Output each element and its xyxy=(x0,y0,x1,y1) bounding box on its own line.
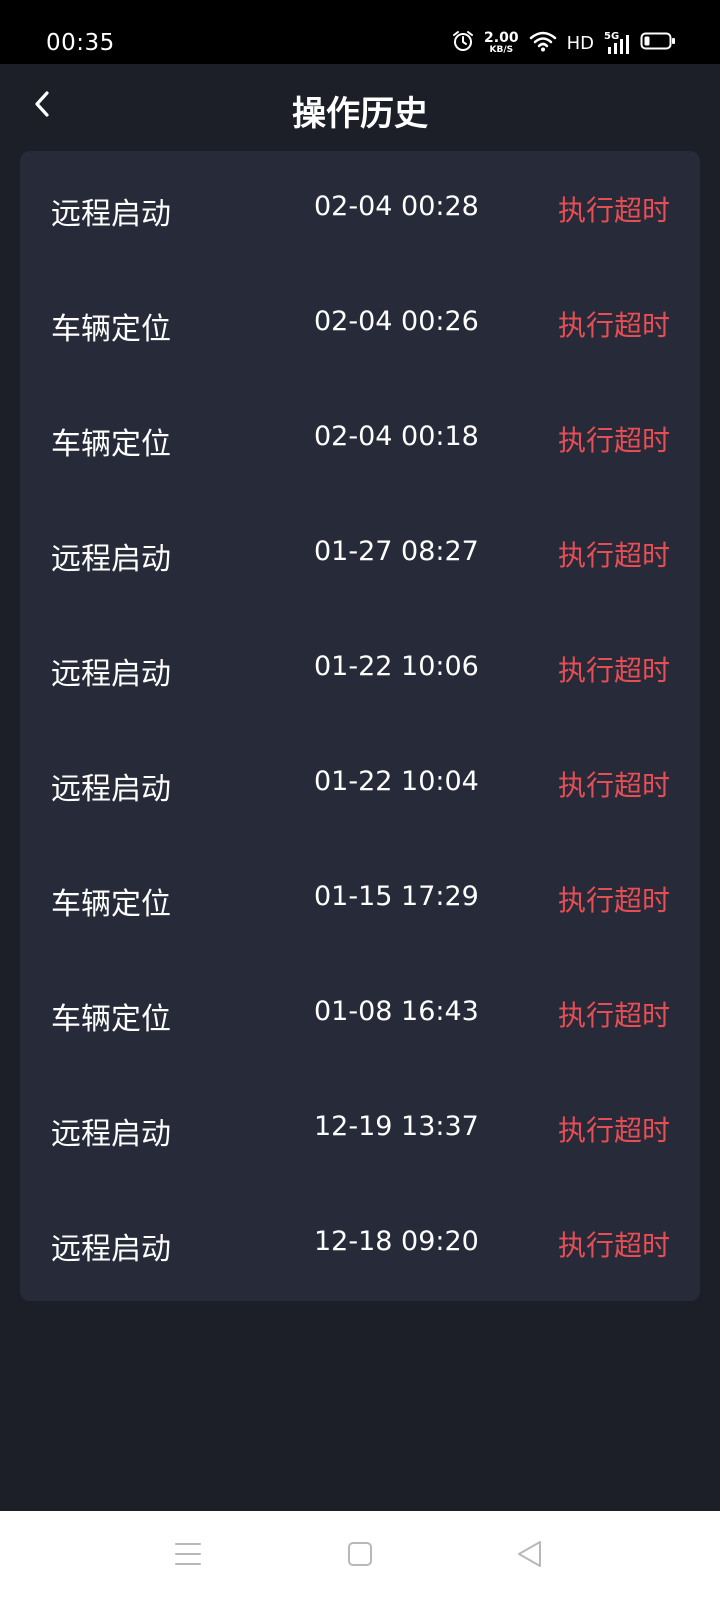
history-action: 车辆定位 xyxy=(51,887,171,922)
history-time: 01-15 17:29 xyxy=(314,881,479,912)
history-row[interactable]: 远程启动 01-22 10:04 执行超时 xyxy=(20,726,700,841)
network-speed-unit: KB/S xyxy=(489,45,514,55)
history-status: 执行超时 xyxy=(557,1229,670,1262)
network-speed-value: 2.00 xyxy=(484,30,519,46)
history-status: 执行超时 xyxy=(557,194,670,227)
history-action: 远程启动 xyxy=(51,657,171,692)
triangle-back-icon xyxy=(515,1539,545,1573)
hd-label: HD xyxy=(566,32,594,54)
nav-back-button[interactable] xyxy=(505,1531,555,1581)
history-row[interactable]: 车辆定位 02-04 00:26 执行超时 xyxy=(20,266,700,381)
status-time: 00:35 xyxy=(46,30,115,56)
history-action: 远程启动 xyxy=(51,542,171,577)
history-time: 02-04 00:18 xyxy=(314,421,479,452)
nav-menu-button[interactable] xyxy=(163,1531,213,1581)
history-row[interactable]: 车辆定位 01-08 16:43 执行超时 xyxy=(20,956,700,1071)
history-status: 执行超时 xyxy=(557,1114,670,1147)
history-action: 远程启动 xyxy=(51,1232,171,1267)
history-list: 远程启动 02-04 00:28 执行超时 车辆定位 02-04 00:26 执… xyxy=(20,151,700,1301)
history-status: 执行超时 xyxy=(557,539,670,572)
history-status: 执行超时 xyxy=(557,769,670,802)
history-time: 02-04 00:26 xyxy=(314,306,479,337)
history-time: 12-19 13:37 xyxy=(314,1111,479,1142)
history-action: 远程启动 xyxy=(51,1117,171,1152)
nav-home-button[interactable] xyxy=(335,1531,385,1581)
history-status: 执行超时 xyxy=(557,884,670,917)
battery-icon xyxy=(640,31,676,55)
square-home-icon xyxy=(346,1540,374,1572)
history-row[interactable]: 远程启动 01-27 08:27 执行超时 xyxy=(20,496,700,611)
alarm-clock-icon xyxy=(452,30,474,56)
wifi-icon xyxy=(529,30,557,56)
cellular-signal-icon: 5G xyxy=(604,31,630,55)
page-title: 操作历史 xyxy=(292,94,428,134)
history-action: 车辆定位 xyxy=(51,1002,171,1037)
history-row[interactable]: 远程启动 02-04 00:28 执行超时 xyxy=(20,151,700,266)
history-row[interactable]: 远程启动 01-22 10:06 执行超时 xyxy=(20,611,700,726)
history-action: 远程启动 xyxy=(51,197,171,232)
history-row[interactable]: 远程启动 12-19 13:37 执行超时 xyxy=(20,1071,700,1186)
history-time: 01-22 10:06 xyxy=(314,651,479,682)
history-row[interactable]: 车辆定位 01-15 17:29 执行超时 xyxy=(20,841,700,956)
history-time: 12-18 09:20 xyxy=(314,1226,479,1257)
history-time: 01-08 16:43 xyxy=(314,996,479,1027)
history-time: 01-27 08:27 xyxy=(314,536,479,567)
status-bar: 00:35 2.00 KB/S HD 5G xyxy=(0,0,720,64)
history-status: 执行超时 xyxy=(557,654,670,687)
history-action: 远程启动 xyxy=(51,772,171,807)
status-icons: 2.00 KB/S HD 5G xyxy=(452,28,676,58)
menu-icon xyxy=(174,1541,202,1571)
history-status: 执行超时 xyxy=(557,309,670,342)
system-nav-bar xyxy=(0,1511,720,1600)
history-row[interactable]: 远程启动 12-18 09:20 执行超时 xyxy=(20,1186,700,1301)
history-status: 执行超时 xyxy=(557,999,670,1032)
history-action: 车辆定位 xyxy=(51,312,171,347)
history-status: 执行超时 xyxy=(557,424,670,457)
network-speed: 2.00 KB/S xyxy=(484,31,519,55)
history-time: 02-04 00:28 xyxy=(314,191,479,222)
header: 操作历史 xyxy=(0,64,720,150)
history-action: 车辆定位 xyxy=(51,427,171,462)
history-time: 01-22 10:04 xyxy=(314,766,479,797)
history-row[interactable]: 车辆定位 02-04 00:18 执行超时 xyxy=(20,381,700,496)
